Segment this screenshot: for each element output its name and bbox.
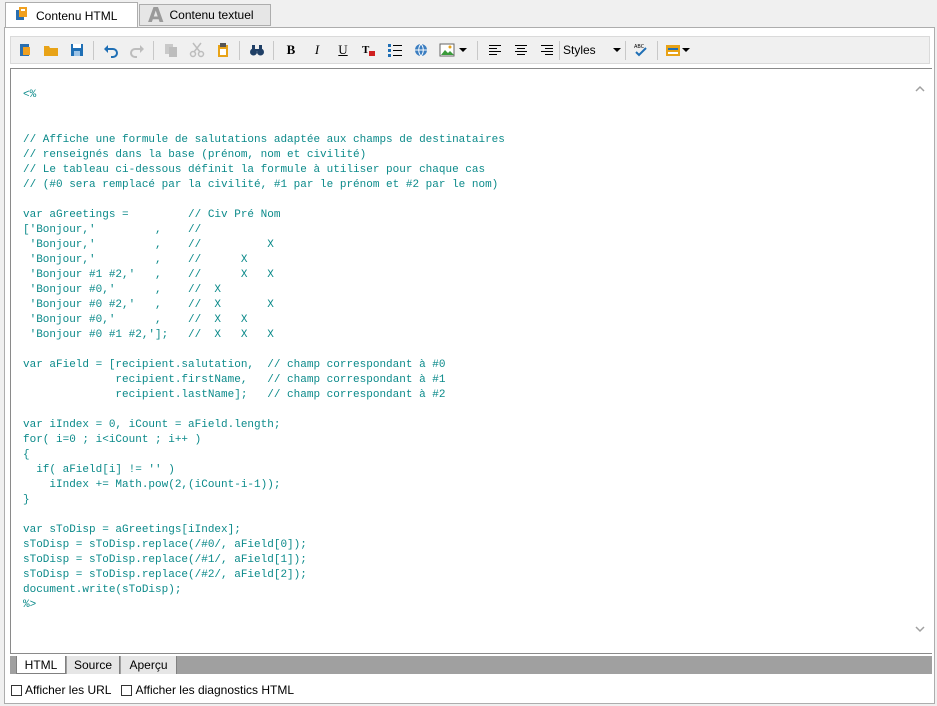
svg-text:T: T: [362, 44, 370, 56]
cut-icon[interactable]: [187, 40, 207, 60]
align-right-icon[interactable]: [537, 40, 557, 60]
bold-icon[interactable]: B: [281, 40, 301, 60]
toolbar-separator: [273, 41, 274, 60]
toolbar-separator: [153, 41, 154, 60]
styles-dropdown-arrow-icon: [613, 48, 621, 52]
tab-text-content[interactable]: A Contenu textuel: [139, 4, 271, 26]
scroll-down-icon[interactable]: [913, 622, 927, 636]
show-urls-label: Afficher les URL: [25, 683, 112, 697]
personalization-dropdown-arrow-icon[interactable]: [681, 40, 691, 60]
svg-text:ABC: ABC: [634, 44, 645, 50]
styles-dropdown[interactable]: Styles: [563, 40, 621, 60]
tab-html-label: Contenu HTML: [36, 8, 118, 23]
personalization-icon[interactable]: [663, 40, 683, 60]
editor-options: Afficher les URL Afficher les diagnostic…: [11, 683, 294, 697]
paste-icon[interactable]: [213, 40, 233, 60]
view-mode-tabs: HTML Source Aperçu: [10, 656, 932, 674]
tab-text-label: Contenu textuel: [169, 8, 254, 22]
align-left-icon[interactable]: [485, 40, 505, 60]
html-content-icon: [14, 6, 30, 25]
show-diagnostics-checkbox[interactable]: Afficher les diagnostics HTML: [121, 683, 294, 697]
new-document-icon[interactable]: [15, 40, 35, 60]
toolbar-separator: [239, 41, 240, 60]
text-color-icon[interactable]: T: [359, 40, 379, 60]
italic-icon[interactable]: I: [307, 40, 327, 60]
insert-link-icon[interactable]: [411, 40, 431, 60]
redo-icon[interactable]: [127, 40, 147, 60]
tab-preview-view[interactable]: Aperçu: [121, 656, 177, 674]
show-diagnostics-box[interactable]: [121, 684, 133, 696]
tab-html-content[interactable]: Contenu HTML: [5, 2, 138, 28]
code-content[interactable]: <% // Affiche une formule de salutations…: [23, 88, 505, 613]
html-code-editor[interactable]: <% // Affiche une formule de salutations…: [10, 68, 932, 654]
find-binoculars-icon[interactable]: [247, 40, 267, 60]
content-tabs: Contenu HTML A Contenu textuel: [0, 0, 937, 28]
toolbar-separator: [625, 41, 626, 60]
text-content-icon: A: [148, 3, 164, 27]
show-diagnostics-label: Afficher les diagnostics HTML: [135, 683, 294, 697]
editor-toolbar: B I U T Styles ABC: [10, 36, 930, 64]
undo-icon[interactable]: [101, 40, 121, 60]
image-dropdown-arrow-icon[interactable]: [458, 40, 468, 60]
show-urls-checkbox[interactable]: Afficher les URL: [11, 683, 111, 697]
align-center-icon[interactable]: [511, 40, 531, 60]
save-icon[interactable]: [67, 40, 87, 60]
toolbar-separator: [657, 41, 658, 60]
copy-icon[interactable]: [161, 40, 181, 60]
tab-html-view[interactable]: HTML: [16, 656, 66, 674]
scroll-up-icon[interactable]: [913, 82, 927, 96]
spellcheck-icon[interactable]: ABC: [631, 40, 651, 60]
tab-source-view[interactable]: Source: [67, 656, 120, 674]
show-urls-box[interactable]: [11, 684, 22, 696]
open-folder-icon[interactable]: [41, 40, 61, 60]
editor-vertical-scrollbar[interactable]: [911, 78, 929, 642]
toolbar-separator: [559, 41, 560, 60]
insert-image-icon[interactable]: [437, 40, 457, 60]
toolbar-separator: [93, 41, 94, 60]
bulleted-list-icon[interactable]: [385, 40, 405, 60]
toolbar-separator: [477, 41, 478, 60]
underline-icon[interactable]: U: [333, 40, 353, 60]
styles-label: Styles: [563, 43, 596, 57]
